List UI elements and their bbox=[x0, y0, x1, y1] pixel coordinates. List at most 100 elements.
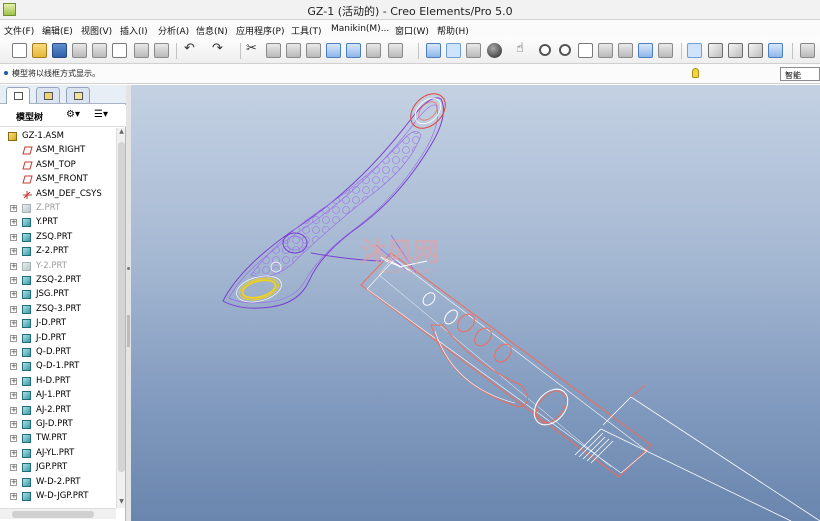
tree-item[interactable]: + ZSQ-3.PRT bbox=[0, 302, 115, 316]
tab-favorites[interactable] bbox=[66, 87, 90, 103]
menu-edit[interactable]: 编辑(E) bbox=[42, 24, 73, 37]
tree-vertical-scrollbar[interactable]: ▲ ▼ bbox=[116, 128, 125, 508]
save-icon[interactable] bbox=[52, 43, 67, 58]
shaded-sphere-icon[interactable] bbox=[487, 43, 502, 58]
scroll-up-icon[interactable]: ▲ bbox=[117, 128, 126, 138]
tree-item[interactable]: + H-D.PRT bbox=[0, 374, 115, 388]
expand-icon[interactable]: + bbox=[10, 392, 17, 400]
tree-item[interactable]: + W-D-2.PRT bbox=[0, 475, 115, 489]
menu-insert[interactable]: 插入(I) bbox=[120, 24, 148, 37]
find-icon[interactable] bbox=[346, 43, 361, 58]
selection-icon[interactable] bbox=[366, 43, 381, 58]
saved-views-icon[interactable] bbox=[618, 43, 633, 58]
tree-item[interactable]: + J-D.PRT bbox=[0, 331, 115, 345]
expand-icon[interactable]: + bbox=[10, 363, 17, 371]
tree-item[interactable]: ASM_TOP bbox=[0, 158, 115, 172]
pan-icon[interactable]: ☝ bbox=[516, 42, 524, 57]
expand-icon[interactable]: + bbox=[10, 377, 17, 385]
zoom-out-icon[interactable] bbox=[559, 44, 571, 56]
tree-item[interactable]: + TW.PRT bbox=[0, 431, 115, 445]
menu-window[interactable]: 窗口(W) bbox=[395, 24, 429, 37]
tree-item[interactable]: + J-D.PRT bbox=[0, 316, 115, 330]
tree-item[interactable]: + Z-2.PRT bbox=[0, 244, 115, 258]
model-display-icon[interactable] bbox=[466, 43, 481, 58]
expand-icon[interactable]: + bbox=[10, 277, 17, 284]
redo-icon[interactable]: ↷ bbox=[212, 42, 223, 57]
tree-columns-button[interactable]: ☰▾ bbox=[94, 109, 116, 123]
tree-item[interactable]: + AJ-1.PRT bbox=[0, 388, 115, 402]
tab-model-tree[interactable] bbox=[6, 87, 30, 104]
expand-icon[interactable]: + bbox=[10, 334, 17, 342]
selection-filter[interactable]: 智能 bbox=[780, 67, 820, 81]
tree-item[interactable]: ASM_DEF_CSYS bbox=[0, 187, 115, 201]
relations-icon[interactable] bbox=[326, 43, 341, 58]
tree-item[interactable]: + ZSQ.PRT bbox=[0, 230, 115, 244]
hscroll-thumb[interactable] bbox=[12, 511, 94, 518]
view-manager-icon[interactable] bbox=[658, 43, 673, 58]
menu-analysis[interactable]: 分析(A) bbox=[158, 24, 189, 37]
expand-icon[interactable]: + bbox=[10, 205, 17, 212]
hidden-line-icon[interactable] bbox=[708, 43, 723, 58]
paste-special-icon[interactable] bbox=[306, 43, 321, 58]
wireframe-icon[interactable] bbox=[687, 43, 702, 58]
tab-folder-browser[interactable] bbox=[36, 87, 60, 103]
scroll-down-icon[interactable]: ▼ bbox=[117, 498, 126, 508]
datum-display-icon[interactable] bbox=[388, 43, 403, 58]
scroll-thumb[interactable] bbox=[118, 142, 125, 472]
erase-icon[interactable] bbox=[134, 43, 149, 58]
appearance-icon[interactable] bbox=[446, 43, 461, 58]
tree-item[interactable]: + Q-D-1.PRT bbox=[0, 359, 115, 373]
no-hidden-icon[interactable] bbox=[728, 43, 743, 58]
open-icon[interactable] bbox=[32, 43, 47, 58]
tree-item[interactable]: GZ-1.ASM bbox=[0, 129, 115, 143]
regenerate-icon[interactable] bbox=[154, 43, 169, 58]
undo-icon[interactable]: ↶ bbox=[184, 42, 195, 57]
tree-item[interactable]: ASM_RIGHT bbox=[0, 143, 115, 157]
tree-item[interactable]: + JGP.PRT bbox=[0, 460, 115, 474]
expand-icon[interactable]: + bbox=[10, 219, 17, 227]
tree-item[interactable]: + AJ-2.PRT bbox=[0, 403, 115, 417]
zoom-in-icon[interactable] bbox=[539, 44, 551, 56]
expand-icon[interactable]: + bbox=[10, 233, 17, 241]
menu-help[interactable]: 帮助(H) bbox=[437, 24, 469, 37]
copy-icon[interactable] bbox=[92, 43, 107, 58]
shaded-icon[interactable] bbox=[748, 43, 763, 58]
expand-icon[interactable]: + bbox=[10, 421, 17, 428]
menu-tools[interactable]: 工具(T) bbox=[291, 24, 322, 37]
sketch-icon[interactable] bbox=[800, 43, 815, 58]
tree-item[interactable]: + ZSQ-2.PRT bbox=[0, 273, 115, 287]
paste-icon[interactable] bbox=[286, 43, 301, 58]
new-icon[interactable] bbox=[12, 43, 27, 58]
expand-icon[interactable]: + bbox=[10, 464, 17, 472]
tree-item[interactable]: + AJ-YL.PRT bbox=[0, 446, 115, 460]
spin-center-icon[interactable] bbox=[426, 43, 441, 58]
tree-settings-button[interactable]: ⚙▾ bbox=[66, 109, 88, 123]
expand-icon[interactable]: + bbox=[10, 291, 17, 299]
expand-icon[interactable]: + bbox=[10, 406, 17, 414]
menu-info[interactable]: 信息(N) bbox=[196, 24, 228, 37]
menu-manikin[interactable]: Manikin(M)... bbox=[331, 24, 389, 34]
expand-icon[interactable]: + bbox=[10, 435, 17, 443]
expand-icon[interactable]: + bbox=[10, 478, 17, 486]
expand-icon[interactable]: + bbox=[10, 449, 17, 457]
menu-file[interactable]: 文件(F) bbox=[4, 24, 34, 37]
tree-item[interactable]: + Y.PRT bbox=[0, 215, 115, 229]
cut-icon[interactable]: ✂ bbox=[246, 42, 257, 57]
tree-item[interactable]: + JSG.PRT bbox=[0, 287, 115, 301]
print-icon[interactable] bbox=[72, 43, 87, 58]
menu-view[interactable]: 视图(V) bbox=[81, 24, 112, 37]
tree-item[interactable]: + GJ-D.PRT bbox=[0, 417, 115, 431]
tree-item[interactable]: + W-D-JGP.PRT bbox=[0, 489, 115, 503]
enhanced-realism-icon[interactable] bbox=[768, 43, 783, 58]
tree-item[interactable]: + Y-2.PRT bbox=[0, 259, 115, 273]
tree-item[interactable]: + Q-D.PRT bbox=[0, 345, 115, 359]
close-window-icon[interactable] bbox=[112, 43, 127, 58]
tree-item[interactable]: + Z.PRT bbox=[0, 201, 115, 215]
tree-horizontal-scrollbar[interactable] bbox=[0, 508, 116, 519]
expand-icon[interactable]: + bbox=[10, 248, 17, 256]
expand-icon[interactable]: + bbox=[10, 262, 17, 270]
expand-icon[interactable]: + bbox=[10, 349, 17, 356]
lightbulb-icon[interactable] bbox=[692, 68, 699, 78]
menu-applications[interactable]: 应用程序(P) bbox=[236, 24, 284, 37]
tree-item[interactable]: ASM_FRONT bbox=[0, 172, 115, 186]
